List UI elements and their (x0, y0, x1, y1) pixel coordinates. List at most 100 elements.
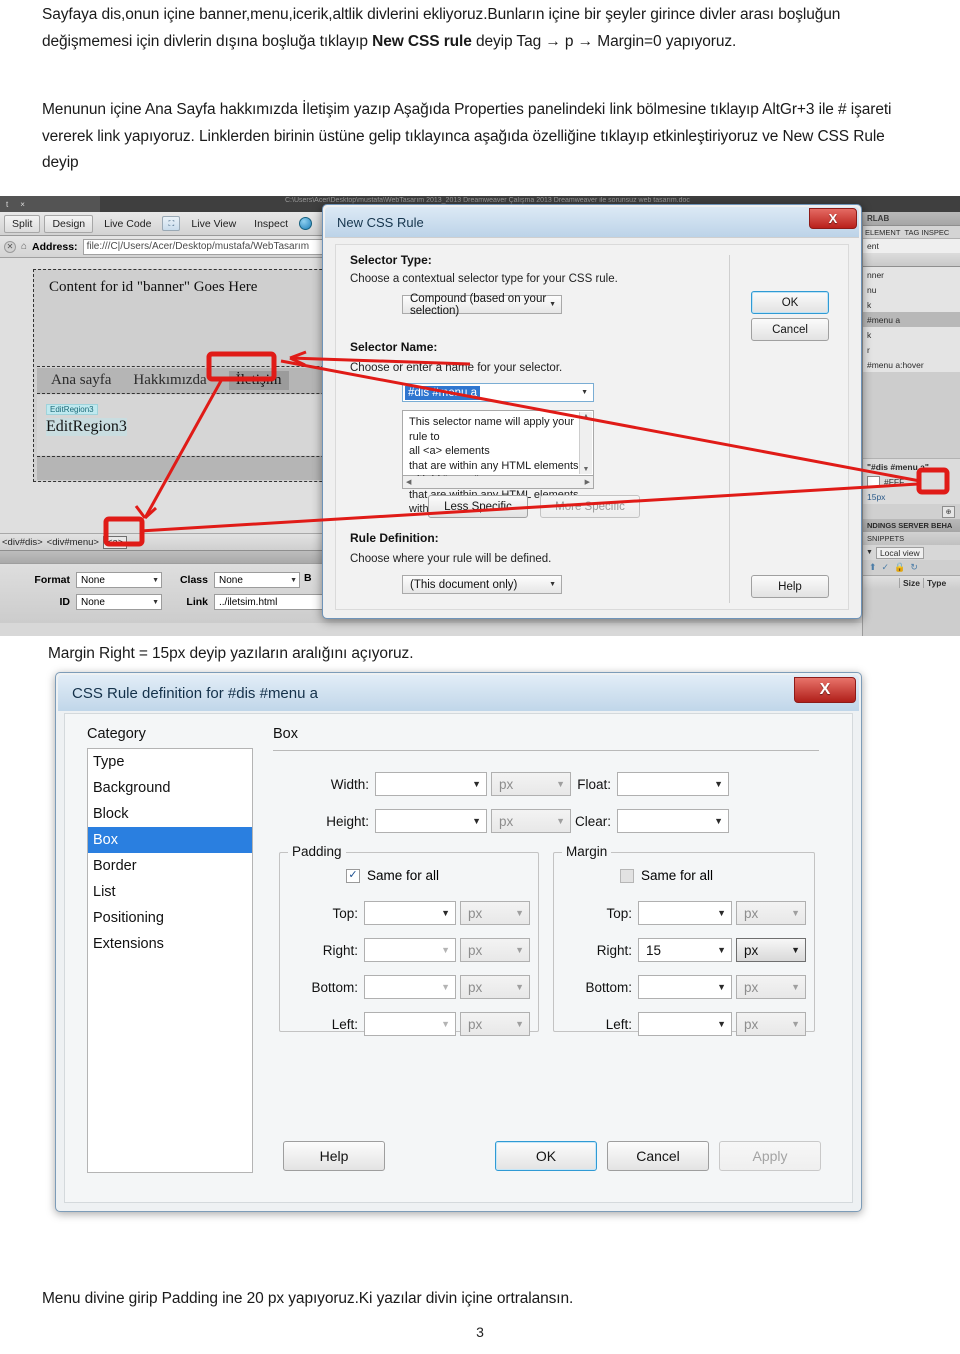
prop-size-row[interactable]: 15px (863, 489, 960, 504)
prop-color-row[interactable]: #FFF (863, 474, 960, 489)
design-view-button[interactable]: Design (44, 214, 94, 233)
height-combo[interactable]: ▼ (375, 809, 487, 833)
category-border[interactable]: Border (88, 853, 252, 879)
category-list-item[interactable]: List (88, 879, 252, 905)
tag-a[interactable]: <a> (102, 535, 128, 549)
category-positioning[interactable]: Positioning (88, 905, 252, 931)
document-tab[interactable]: t × (0, 196, 100, 212)
panel-tab-element[interactable]: ELEMENT (865, 228, 900, 237)
margin-left-unit[interactable]: px ▼ (736, 1012, 806, 1036)
rule-dis-menu-a-hover[interactable]: #menu a:hover (863, 357, 960, 372)
rule-banner[interactable]: nner (863, 267, 960, 282)
clear-combo[interactable]: ▼ (617, 809, 729, 833)
padding-left-combo[interactable]: ▼ (364, 1012, 456, 1036)
live-view-button[interactable]: Live View (184, 215, 243, 233)
rule-dis-menu-a[interactable]: #menu a (863, 312, 960, 327)
home-icon[interactable]: ⌂ (21, 241, 27, 252)
format-combo[interactable]: None ▼ (76, 572, 162, 588)
checkbox-icon[interactable]: ✓ (346, 868, 360, 883)
explain-horizontal-scrollbar[interactable]: ◀ ▶ (402, 476, 594, 489)
category-list[interactable]: Type Background Block Box Border List Po… (87, 748, 253, 1173)
cancel-button[interactable]: Cancel (751, 318, 829, 341)
panel-tab-tag-inspector[interactable]: TAG INSPEC (904, 228, 949, 237)
chevron-down-icon[interactable]: ▼ (866, 549, 873, 556)
margin-right-unit[interactable]: px ▼ (736, 938, 806, 962)
margin-left-combo[interactable]: ▼ (638, 1012, 732, 1036)
css-panel-button[interactable]: ⊕ (942, 505, 955, 518)
rule-menu[interactable]: nu (863, 282, 960, 297)
cancel-button[interactable]: Cancel (607, 1141, 709, 1171)
menu-item-hakkimizda[interactable]: Hakkımızda (133, 372, 206, 389)
selector-name-field[interactable]: #dis #menu a ▼ (402, 383, 594, 402)
scroll-left-icon[interactable]: ◀ (406, 478, 411, 486)
class-combo[interactable]: None ▼ (214, 572, 300, 588)
upload-icon[interactable]: ⬆ (869, 562, 877, 573)
menu-item-iletisim[interactable]: İletişim (228, 371, 289, 390)
inspect-browser-icon[interactable]: ⛶ (162, 216, 181, 231)
category-background[interactable]: Background (88, 775, 252, 801)
padding-left-unit[interactable]: px ▼ (460, 1012, 530, 1036)
globe-icon[interactable] (299, 217, 313, 230)
margin-bottom-unit[interactable]: px ▼ (736, 975, 806, 999)
help-button[interactable]: Help (283, 1141, 385, 1171)
menu-item-ana-sayfa[interactable]: Ana sayfa (51, 372, 111, 389)
close-icon[interactable]: X (809, 208, 857, 229)
color-swatch[interactable] (867, 476, 880, 487)
tag-div-menu[interactable]: <div#menu> (47, 537, 99, 548)
category-box[interactable]: Box (88, 827, 252, 853)
rule-k2[interactable]: k (863, 327, 960, 342)
rule-definition-select[interactable]: (This document only) ▼ (402, 575, 562, 594)
scroll-right-icon[interactable]: ▶ (585, 478, 590, 486)
lock-icon[interactable]: 🔒 (894, 562, 905, 573)
padding-bottom-combo[interactable]: ▼ (364, 975, 456, 999)
margin-same-for-all-label: Same for all (641, 868, 714, 883)
split-view-button[interactable]: Split (4, 214, 41, 233)
stop-icon[interactable]: ✕ (4, 240, 16, 253)
id-combo[interactable]: None ▼ (76, 594, 162, 610)
files-col-type[interactable]: Type (923, 577, 949, 588)
rule-r[interactable]: r (863, 342, 960, 357)
category-block[interactable]: Block (88, 801, 252, 827)
padding-right-unit-value: px (468, 942, 483, 958)
explain-vertical-scrollbar[interactable]: ▲ ▼ (579, 412, 592, 474)
close-icon[interactable]: × (20, 200, 25, 209)
checkout-icon[interactable]: ✓ (882, 562, 890, 573)
refresh-icon[interactable]: ↻ (910, 562, 918, 573)
padding-right-unit[interactable]: px ▼ (460, 938, 530, 962)
link-input[interactable]: ../iletsim.html (214, 594, 334, 610)
checkbox-icon[interactable] (620, 868, 634, 883)
files-col-size[interactable]: Size (899, 577, 923, 588)
category-type[interactable]: Type (88, 749, 252, 775)
inspect-button[interactable]: Inspect (247, 215, 295, 233)
live-code-button[interactable]: Live Code (97, 215, 158, 233)
panel-tab-bindings[interactable]: NDINGS (867, 521, 896, 530)
width-combo[interactable]: ▼ (375, 772, 487, 796)
panel-tab-server-behaviors[interactable]: SERVER BEHA (898, 521, 952, 530)
files-view-select[interactable]: Local view (875, 546, 924, 559)
margin-bottom-combo[interactable]: ▼ (638, 975, 732, 999)
margin-top-combo[interactable]: ▼ (638, 901, 732, 925)
padding-same-for-all-row[interactable]: ✓ Same for all (346, 868, 439, 883)
scroll-up-icon[interactable]: ▲ (583, 412, 590, 421)
selector-type-select[interactable]: Compound (based on your selection) ▼ (402, 293, 562, 317)
margin-top-unit[interactable]: px ▼ (736, 901, 806, 925)
margin-same-for-all-row[interactable]: Same for all (620, 868, 713, 883)
less-specific-button[interactable]: Less Specific (428, 495, 528, 518)
rule-k[interactable]: k (863, 297, 960, 312)
ok-button[interactable]: OK (751, 291, 829, 314)
ok-button[interactable]: OK (495, 1141, 597, 1171)
padding-top-combo[interactable]: ▼ (364, 901, 456, 925)
padding-top-unit[interactable]: px ▼ (460, 901, 530, 925)
float-combo[interactable]: ▼ (617, 772, 729, 796)
category-extensions[interactable]: Extensions (88, 931, 252, 957)
margin-right-combo[interactable]: 15 ▼ (638, 938, 732, 962)
scroll-down-icon[interactable]: ▼ (583, 465, 590, 474)
bold-button[interactable]: B (304, 572, 312, 584)
close-icon[interactable]: X (794, 677, 856, 703)
tag-div-dis[interactable]: <div#dis> (2, 537, 43, 548)
help-button[interactable]: Help (751, 575, 829, 598)
padding-right-combo[interactable]: ▼ (364, 938, 456, 962)
padding-bottom-unit[interactable]: px ▼ (460, 975, 530, 999)
panel-tab-snippets[interactable]: SNIPPETS (863, 532, 960, 545)
panel-tab-rlab[interactable]: RLAB (863, 212, 960, 226)
